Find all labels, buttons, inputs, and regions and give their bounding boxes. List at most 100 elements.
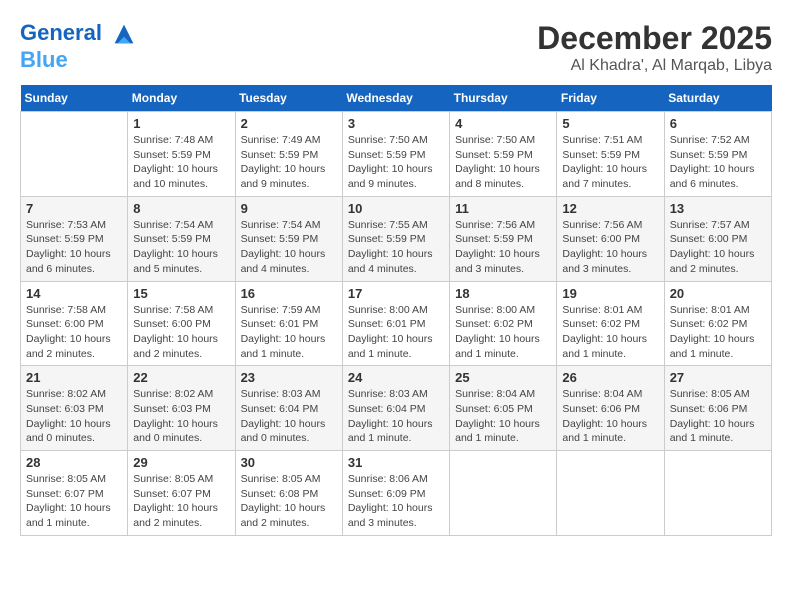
day-number: 26 [562, 370, 658, 385]
day-info: Sunrise: 7:54 AM Sunset: 5:59 PM Dayligh… [133, 218, 229, 277]
day-info: Sunrise: 7:58 AM Sunset: 6:00 PM Dayligh… [133, 303, 229, 362]
calendar-header-row: SundayMondayTuesdayWednesdayThursdayFrid… [21, 85, 772, 112]
day-info: Sunrise: 8:02 AM Sunset: 6:03 PM Dayligh… [26, 387, 122, 446]
calendar-cell: 4 Sunrise: 7:50 AM Sunset: 5:59 PM Daylig… [450, 112, 557, 197]
day-number: 22 [133, 370, 229, 385]
day-info: Sunrise: 7:58 AM Sunset: 6:00 PM Dayligh… [26, 303, 122, 362]
calendar-cell: 12 Sunrise: 7:56 AM Sunset: 6:00 PM Dayli… [557, 196, 664, 281]
calendar-cell: 24 Sunrise: 8:03 AM Sunset: 6:04 PM Dayli… [342, 366, 449, 451]
calendar-cell: 10Sunrise: 7:55 AM Sunset: 5:59 PM Dayli… [342, 196, 449, 281]
day-number: 11 [455, 201, 551, 216]
day-number: 23 [241, 370, 337, 385]
calendar-cell: 27Sunrise: 8:05 AM Sunset: 6:06 PM Dayli… [664, 366, 771, 451]
calendar-cell: 1 Sunrise: 7:48 AM Sunset: 5:59 PM Daylig… [128, 112, 235, 197]
day-info: Sunrise: 8:04 AM Sunset: 6:05 PM Dayligh… [455, 387, 551, 446]
calendar-cell: 26 Sunrise: 8:04 AM Sunset: 6:06 PM Dayli… [557, 366, 664, 451]
day-info: Sunrise: 7:53 AM Sunset: 5:59 PM Dayligh… [26, 218, 122, 277]
day-info: Sunrise: 7:56 AM Sunset: 5:59 PM Dayligh… [455, 218, 551, 277]
day-info: Sunrise: 8:03 AM Sunset: 6:04 PM Dayligh… [348, 387, 444, 446]
calendar-cell: 30 Sunrise: 8:05 AM Sunset: 6:08 PM Dayli… [235, 451, 342, 536]
day-info: Sunrise: 8:01 AM Sunset: 6:02 PM Dayligh… [562, 303, 658, 362]
logo: General Blue [20, 20, 138, 72]
week-row-3: 14 Sunrise: 7:58 AM Sunset: 6:00 PM Dayli… [21, 281, 772, 366]
day-info: Sunrise: 7:56 AM Sunset: 6:00 PM Dayligh… [562, 218, 658, 277]
week-row-5: 28 Sunrise: 8:05 AM Sunset: 6:07 PM Dayli… [21, 451, 772, 536]
calendar-cell: 9Sunrise: 7:54 AM Sunset: 5:59 PM Daylig… [235, 196, 342, 281]
day-info: Sunrise: 8:05 AM Sunset: 6:07 PM Dayligh… [26, 472, 122, 531]
day-info: Sunrise: 8:00 AM Sunset: 6:01 PM Dayligh… [348, 303, 444, 362]
calendar-cell: 19 Sunrise: 8:01 AM Sunset: 6:02 PM Dayli… [557, 281, 664, 366]
day-number: 31 [348, 455, 444, 470]
day-number: 14 [26, 286, 122, 301]
day-info: Sunrise: 8:06 AM Sunset: 6:09 PM Dayligh… [348, 472, 444, 531]
calendar-cell: 14 Sunrise: 7:58 AM Sunset: 6:00 PM Dayli… [21, 281, 128, 366]
calendar-cell: 23 Sunrise: 8:03 AM Sunset: 6:04 PM Dayli… [235, 366, 342, 451]
day-number: 20 [670, 286, 766, 301]
day-number: 2 [241, 116, 337, 131]
day-info: Sunrise: 8:04 AM Sunset: 6:06 PM Dayligh… [562, 387, 658, 446]
day-number: 21 [26, 370, 122, 385]
calendar-cell [21, 112, 128, 197]
calendar-cell: 11 Sunrise: 7:56 AM Sunset: 5:59 PM Dayli… [450, 196, 557, 281]
header-monday: Monday [128, 85, 235, 112]
day-info: Sunrise: 8:02 AM Sunset: 6:03 PM Dayligh… [133, 387, 229, 446]
location: Al Khadra', Al Marqab, Libya [537, 57, 772, 75]
header-sunday: Sunday [21, 85, 128, 112]
day-number: 17 [348, 286, 444, 301]
day-info: Sunrise: 7:54 AM Sunset: 5:59 PM Dayligh… [241, 218, 337, 277]
header-saturday: Saturday [664, 85, 771, 112]
day-number: 15 [133, 286, 229, 301]
header-friday: Friday [557, 85, 664, 112]
calendar-cell: 17 Sunrise: 8:00 AM Sunset: 6:01 PM Dayli… [342, 281, 449, 366]
day-info: Sunrise: 7:50 AM Sunset: 5:59 PM Dayligh… [455, 133, 551, 192]
day-number: 29 [133, 455, 229, 470]
day-number: 27 [670, 370, 766, 385]
day-number: 3 [348, 116, 444, 131]
header-wednesday: Wednesday [342, 85, 449, 112]
calendar-cell: 3 Sunrise: 7:50 AM Sunset: 5:59 PM Daylig… [342, 112, 449, 197]
calendar-cell [557, 451, 664, 536]
calendar-cell: 29 Sunrise: 8:05 AM Sunset: 6:07 PM Dayli… [128, 451, 235, 536]
calendar-cell: 13 Sunrise: 7:57 AM Sunset: 6:00 PM Dayli… [664, 196, 771, 281]
day-info: Sunrise: 7:50 AM Sunset: 5:59 PM Dayligh… [348, 133, 444, 192]
day-info: Sunrise: 8:03 AM Sunset: 6:04 PM Dayligh… [241, 387, 337, 446]
day-info: Sunrise: 7:57 AM Sunset: 6:00 PM Dayligh… [670, 218, 766, 277]
day-number: 30 [241, 455, 337, 470]
calendar-cell [450, 451, 557, 536]
calendar-cell: 28 Sunrise: 8:05 AM Sunset: 6:07 PM Dayli… [21, 451, 128, 536]
calendar-cell: 18Sunrise: 8:00 AM Sunset: 6:02 PM Dayli… [450, 281, 557, 366]
calendar-cell [664, 451, 771, 536]
day-number: 12 [562, 201, 658, 216]
day-number: 18 [455, 286, 551, 301]
page-header: General Blue December 2025 Al Khadra', A… [20, 20, 772, 75]
day-number: 1 [133, 116, 229, 131]
day-number: 10 [348, 201, 444, 216]
calendar-cell: 16Sunrise: 7:59 AM Sunset: 6:01 PM Dayli… [235, 281, 342, 366]
logo-icon [110, 20, 138, 48]
day-number: 4 [455, 116, 551, 131]
week-row-2: 7 Sunrise: 7:53 AM Sunset: 5:59 PM Daylig… [21, 196, 772, 281]
day-info: Sunrise: 8:01 AM Sunset: 6:02 PM Dayligh… [670, 303, 766, 362]
day-number: 7 [26, 201, 122, 216]
day-info: Sunrise: 8:05 AM Sunset: 6:08 PM Dayligh… [241, 472, 337, 531]
day-number: 19 [562, 286, 658, 301]
calendar-table: SundayMondayTuesdayWednesdayThursdayFrid… [20, 85, 772, 536]
title-block: December 2025 Al Khadra', Al Marqab, Lib… [537, 20, 772, 75]
calendar-cell: 21 Sunrise: 8:02 AM Sunset: 6:03 PM Dayli… [21, 366, 128, 451]
day-info: Sunrise: 8:05 AM Sunset: 6:07 PM Dayligh… [133, 472, 229, 531]
header-thursday: Thursday [450, 85, 557, 112]
day-info: Sunrise: 7:59 AM Sunset: 6:01 PM Dayligh… [241, 303, 337, 362]
day-number: 13 [670, 201, 766, 216]
week-row-4: 21 Sunrise: 8:02 AM Sunset: 6:03 PM Dayli… [21, 366, 772, 451]
day-number: 6 [670, 116, 766, 131]
week-row-1: 1 Sunrise: 7:48 AM Sunset: 5:59 PM Daylig… [21, 112, 772, 197]
calendar-cell: 15 Sunrise: 7:58 AM Sunset: 6:00 PM Dayli… [128, 281, 235, 366]
day-number: 8 [133, 201, 229, 216]
day-number: 24 [348, 370, 444, 385]
day-number: 25 [455, 370, 551, 385]
day-number: 28 [26, 455, 122, 470]
calendar-cell: 31 Sunrise: 8:06 AM Sunset: 6:09 PM Dayli… [342, 451, 449, 536]
day-info: Sunrise: 7:48 AM Sunset: 5:59 PM Dayligh… [133, 133, 229, 192]
calendar-cell: 7 Sunrise: 7:53 AM Sunset: 5:59 PM Daylig… [21, 196, 128, 281]
calendar-cell: 22 Sunrise: 8:02 AM Sunset: 6:03 PM Dayli… [128, 366, 235, 451]
